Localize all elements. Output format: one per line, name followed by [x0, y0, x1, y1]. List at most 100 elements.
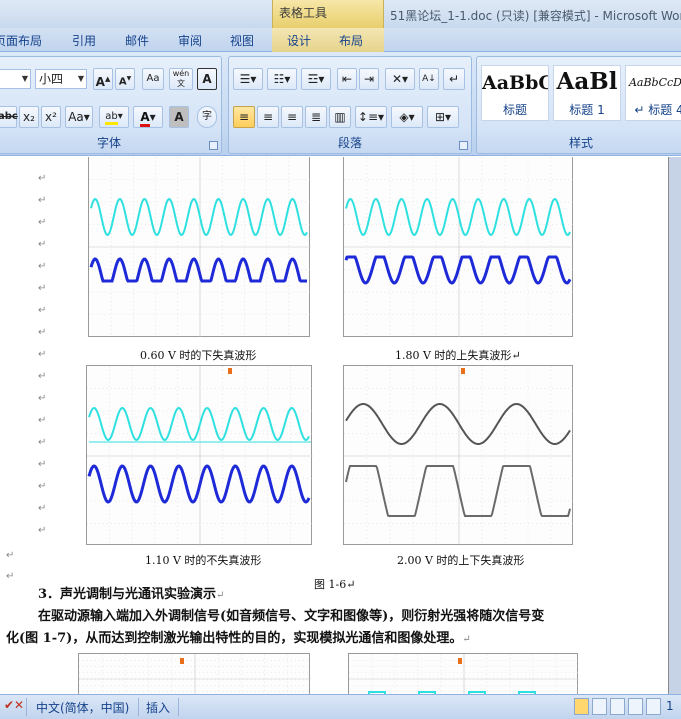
increase-indent-button[interactable]: ⇥: [359, 68, 379, 90]
figure-caption-2.00v: 2.00 V 时的上下失真波形: [397, 554, 525, 567]
paragraph-group: ☰▾ ☷▾ ☲▾ ⇤ ⇥ ✕▾ A↓ ↵ ≡ ≡ ≡ ≣ ▥ ↕≡▾ ◈▾ ⊞▾…: [228, 56, 472, 154]
full-screen-reading-view-icon[interactable]: [592, 698, 607, 715]
style-heading-4[interactable]: AaBbCcDd ↵ 标题 4: [625, 65, 681, 121]
font-color-button[interactable]: A▾: [133, 106, 163, 128]
multilevel-list-button[interactable]: ☲▾: [301, 68, 331, 90]
bullets-button[interactable]: ☰▾: [233, 68, 263, 90]
outdent-icon: ⇤: [341, 72, 353, 86]
paragraph-mark: ↵: [38, 437, 47, 448]
paragraph-mark: ↵: [38, 261, 47, 272]
trigger-marker: [458, 658, 462, 664]
zoom-level-partial[interactable]: 1: [666, 699, 674, 713]
subscript-button[interactable]: x₂: [19, 106, 39, 128]
ribbon: ▼ 小四 ▼ A▲ A▼ Aa wén 文 A abc x₂ x² Aa▾ ab▾ …: [0, 52, 681, 156]
draft-view-icon[interactable]: [646, 698, 661, 715]
align-left-button[interactable]: ≡: [233, 106, 255, 128]
web-layout-view-icon[interactable]: [610, 698, 625, 715]
paragraph-mark: ↵: [6, 571, 15, 582]
style-heading-4-name: ↵ 标题 4: [634, 103, 681, 117]
paragraph-mark: ↵: [38, 481, 47, 492]
sort-button[interactable]: A↓: [419, 68, 439, 90]
gray-sine-trace: [345, 403, 571, 445]
font-name-combo[interactable]: ▼: [0, 69, 31, 89]
tab-page-layout[interactable]: 页面布局: [0, 32, 42, 49]
paragraph-mark: ↵: [38, 393, 47, 404]
scope-image-1.80v[interactable]: [343, 157, 574, 337]
paragraph-mark: ↵: [38, 327, 47, 338]
style-heading-4-preview: AaBbCcDd: [628, 76, 681, 89]
shading-button[interactable]: ◈▾: [391, 106, 423, 128]
tab-references[interactable]: 引用: [72, 32, 96, 49]
phonetic-guide-button[interactable]: wén 文: [169, 68, 193, 90]
scope-image-2.00v[interactable]: [343, 365, 574, 546]
scope-image-fig-1-7a[interactable]: [78, 653, 311, 694]
shrink-font-button[interactable]: A▼: [115, 68, 135, 90]
page-gutter: [669, 157, 681, 694]
body-paragraph-line-2: 化(图 1-7)，从而达到控制激光输出特性的目的，实现模拟光通信和图像处理。↵: [6, 631, 471, 646]
body-paragraph-line-1: 在驱动源输入端加入外调制信号(如音频信号、文字和图像等)，则衍射光强将随次信号变: [38, 609, 545, 624]
scope-image-fig-1-7b[interactable]: [348, 653, 579, 694]
paragraph-mark: ↵: [38, 217, 47, 228]
distributed-icon: ▥: [334, 110, 346, 124]
align-right-button[interactable]: ≡: [281, 106, 303, 128]
justify-button[interactable]: ≣: [305, 106, 327, 128]
styles-group: AaBbC 标题 AaBl 标题 1 AaBbCcDd ↵ 标题 4 样式: [476, 56, 681, 154]
style-title[interactable]: AaBbC 标题: [481, 65, 549, 121]
character-border-button[interactable]: A: [197, 68, 217, 90]
insert-mode-status[interactable]: 插入: [146, 699, 170, 716]
decrease-indent-button[interactable]: ⇤: [337, 68, 357, 90]
tab-mailings[interactable]: 邮件: [125, 32, 149, 49]
tab-view[interactable]: 视图: [230, 32, 254, 49]
style-heading-1-name: 标题 1: [569, 103, 605, 117]
style-title-name: 标题: [502, 103, 527, 117]
grow-font-button[interactable]: A▲: [93, 68, 113, 90]
document-page[interactable]: ↵ ↵ ↵ ↵ ↵ ↵ ↵ ↵ ↵ ↵ ↵ ↵ ↵ ↵ ↵ ↵ ↵ ↵ ↵ 0.60 V 时的下失真波形 1.80 …: [0, 157, 681, 694]
print-layout-view-icon[interactable]: [574, 698, 589, 715]
borders-button[interactable]: ⊞▾: [427, 106, 459, 128]
scope-image-0.60v[interactable]: [88, 157, 311, 337]
superscript-button[interactable]: x²: [41, 106, 61, 128]
border-icon: ⊞: [434, 110, 446, 124]
font-dialog-launcher-icon[interactable]: [209, 141, 218, 150]
tab-review[interactable]: 审阅: [178, 32, 202, 49]
paragraph-mark: ↵: [38, 525, 47, 536]
paragraph-mark: ↵: [38, 195, 47, 206]
paragraph-mark: ↵: [38, 239, 47, 250]
distributed-button[interactable]: ▥: [329, 106, 351, 128]
spell-check-icon[interactable]: ✔✕: [4, 698, 24, 712]
font-size-combo[interactable]: 小四 ▼: [35, 69, 87, 89]
language-status[interactable]: 中文(简体，中国): [36, 699, 129, 716]
text-highlight-button[interactable]: ab▾: [99, 106, 129, 128]
figure-caption-0.60v: 0.60 V 时的下失真波形: [140, 349, 257, 362]
align-center-button[interactable]: ≡: [257, 106, 279, 128]
character-shading-button[interactable]: A: [169, 106, 189, 128]
paragraph-mark: ↵: [6, 550, 15, 561]
gray-clipped-trace: [345, 465, 571, 517]
scope-2.00v-svg: [344, 366, 574, 546]
style-heading-1-preview: AaBl: [556, 68, 618, 95]
status-separator: [138, 698, 139, 716]
paragraph-mark: ↵: [38, 459, 47, 470]
enclose-characters-button[interactable]: 字: [197, 106, 217, 128]
chinese-layout-button[interactable]: ✕▾: [385, 68, 415, 90]
scope-1.10v-svg: [87, 366, 313, 546]
line-spacing-button[interactable]: ↕≡▾: [355, 106, 387, 128]
strikethrough-button[interactable]: abc: [0, 106, 18, 128]
numbering-button[interactable]: ☷▾: [267, 68, 297, 90]
scope-1.80v-svg: [344, 157, 574, 337]
scope-image-1.10v[interactable]: [86, 365, 313, 546]
paint-bucket-icon: ◈: [399, 110, 409, 124]
line-spacing-icon: ↕≡: [357, 110, 379, 124]
change-case-button[interactable]: Aa▾: [65, 106, 93, 128]
paragraph-mark: ↵: [38, 503, 47, 514]
tab-layout[interactable]: 布局: [339, 32, 363, 49]
style-heading-1[interactable]: AaBl 标题 1: [553, 65, 621, 121]
tab-design[interactable]: 设计: [287, 32, 311, 49]
multilevel-list-icon: ☲: [307, 72, 319, 86]
show-marks-button[interactable]: ↵: [443, 68, 465, 90]
clear-format-button[interactable]: Aa: [142, 68, 164, 90]
paragraph-dialog-launcher-icon[interactable]: [459, 141, 468, 150]
figure-number: 图 1-6↵: [314, 578, 356, 591]
styles-group-label: 样式: [568, 136, 593, 150]
outline-view-icon[interactable]: [628, 698, 643, 715]
